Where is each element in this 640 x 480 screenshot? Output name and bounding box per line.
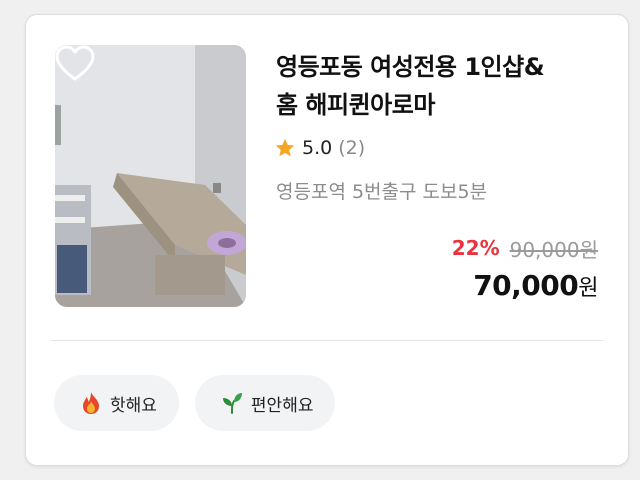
final-price: 70,000원 xyxy=(452,269,598,302)
room-photo xyxy=(55,45,246,307)
shop-title[interactable]: 영등포동 여성전용 1인샵& 홈 해피퀸아로마 xyxy=(276,48,616,124)
discount-rate: 22% xyxy=(451,236,500,260)
tag-chip-hot[interactable]: 핫해요 xyxy=(54,375,179,431)
star-icon xyxy=(275,138,295,157)
heart-outline-icon[interactable] xyxy=(55,45,95,83)
shop-title-line2: 홈 해피퀸아로마 xyxy=(276,91,435,119)
review-count: (2) xyxy=(338,137,366,159)
fire-icon xyxy=(83,392,99,414)
price-block: 22% 90,000원 70,000원 xyxy=(451,233,599,302)
original-price: 90,000원 xyxy=(509,237,598,262)
leaf-icon xyxy=(222,393,242,414)
shop-title-line1: 영등포동 여성전용 1인샵& xyxy=(276,53,545,81)
rating-score: 5.0 xyxy=(302,137,333,159)
tag-chip-label: 핫해요 xyxy=(110,395,157,416)
tag-chip-label: 편안해요 xyxy=(250,395,314,416)
tag-chip-comfortable[interactable]: 편안해요 xyxy=(194,375,336,431)
rating: 5.0 (2) xyxy=(274,135,365,161)
shop-card[interactable]: 영등포동 여성전용 1인샵& 홈 해피퀸아로마 5.0 (2) 영등포역 5번출… xyxy=(25,14,629,466)
shop-thumbnail[interactable] xyxy=(55,45,246,307)
tag-chips: 핫해요 편안해요 xyxy=(54,375,336,431)
final-price-unit: 원 xyxy=(578,276,598,301)
final-price-number: 70,000 xyxy=(473,269,579,302)
location-text: 영등포역 5번출구 도보5분 xyxy=(276,181,488,203)
divider xyxy=(51,340,603,341)
